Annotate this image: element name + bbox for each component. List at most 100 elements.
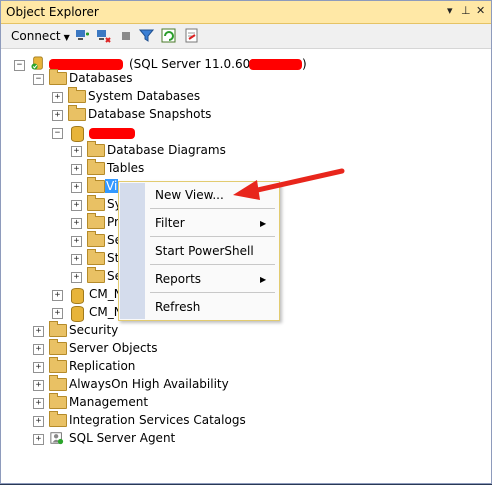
menu-separator xyxy=(150,236,275,237)
menu-separator xyxy=(150,264,275,265)
tree-node-cm-database-1[interactable]: + CM_N xyxy=(1,286,123,304)
database-icon xyxy=(71,288,84,304)
menu-item-refresh[interactable]: Refresh xyxy=(155,300,200,314)
expand-icon[interactable]: + xyxy=(71,272,82,283)
folder-icon xyxy=(49,321,67,337)
object-explorer-window: Object Explorer ▾ ⊥ ✕ Connect ▼ − (SQL Se… xyxy=(0,0,492,484)
expand-icon[interactable]: + xyxy=(52,308,63,319)
submenu-arrow-icon: ▶ xyxy=(260,219,267,228)
tree-node-tables[interactable]: + Tables xyxy=(1,159,301,178)
menu-item-start-powershell[interactable]: Start PowerShell xyxy=(155,244,254,258)
redacted-server-name xyxy=(49,59,123,70)
tree-node-user-database[interactable]: − xyxy=(1,124,301,142)
toolbar: Connect ▼ xyxy=(1,24,491,49)
agent-icon xyxy=(50,432,64,445)
tree-node-replication[interactable]: + Replication xyxy=(1,357,301,376)
folder-icon xyxy=(87,141,105,157)
tree-label: SQL Server Agent xyxy=(69,431,176,445)
tree-node-programmability[interactable]: + Pr xyxy=(1,213,121,232)
menu-item-reports[interactable]: Reports xyxy=(155,272,201,286)
expand-icon[interactable]: + xyxy=(71,146,82,157)
tree-node-system-databases[interactable]: + System Databases xyxy=(1,87,301,106)
folder-icon xyxy=(49,69,67,85)
redacted-database-name xyxy=(89,128,135,139)
database-icon xyxy=(71,306,84,322)
tree-node-cm-database-2[interactable]: + CM_N xyxy=(1,304,123,322)
collapse-icon[interactable]: − xyxy=(52,128,63,139)
activity-monitor-icon[interactable] xyxy=(184,28,199,43)
tree-label-selected: Vi xyxy=(105,179,119,193)
expand-icon[interactable]: + xyxy=(71,164,82,175)
expand-icon[interactable]: + xyxy=(52,92,63,103)
expand-icon[interactable]: + xyxy=(52,110,63,121)
context-menu-gutter xyxy=(120,183,145,319)
expand-icon[interactable]: + xyxy=(33,416,44,427)
tree-label: AlwaysOn High Availability xyxy=(69,377,229,391)
tree-node-synonyms[interactable]: + Sy xyxy=(1,195,122,214)
expand-icon[interactable]: + xyxy=(71,236,82,247)
tree-label: Databases xyxy=(69,71,133,85)
filter-icon[interactable] xyxy=(139,28,154,43)
folder-icon xyxy=(49,411,67,427)
tree-node-integration-services[interactable]: + Integration Services Catalogs xyxy=(1,411,301,430)
menu-separator xyxy=(150,292,275,293)
tree-label: Replication xyxy=(69,359,136,373)
context-menu: New View... Filter ▶ Start PowerShell Re… xyxy=(118,181,280,321)
disconnect-icon[interactable] xyxy=(96,28,111,43)
tree-node-databases[interactable]: − Databases xyxy=(1,69,301,88)
folder-icon xyxy=(87,249,105,265)
menu-item-new-view[interactable]: New View... xyxy=(155,188,224,202)
tree-label: Server Objects xyxy=(69,341,158,355)
tree-node-server-objects[interactable]: + Server Objects xyxy=(1,339,301,358)
tree-label: Management xyxy=(69,395,149,409)
folder-icon xyxy=(87,267,105,283)
tree-node-security[interactable]: + Security xyxy=(1,321,301,340)
tree-node-management[interactable]: + Management xyxy=(1,393,301,412)
folder-icon xyxy=(87,213,105,229)
tree-node-storage[interactable]: + St xyxy=(1,249,121,268)
tree-node-database-diagrams[interactable]: + Database Diagrams xyxy=(1,141,301,160)
expand-icon[interactable]: + xyxy=(33,326,44,337)
expand-icon[interactable]: + xyxy=(71,200,82,211)
expand-icon[interactable]: + xyxy=(71,182,82,193)
stop-icon[interactable] xyxy=(119,28,134,43)
server-icon xyxy=(31,56,43,70)
submenu-arrow-icon: ▶ xyxy=(260,275,267,284)
connect-icon[interactable] xyxy=(75,28,90,43)
expand-icon[interactable]: + xyxy=(33,380,44,391)
window-title: Object Explorer xyxy=(6,5,99,19)
pin-icon[interactable]: ⊥ xyxy=(461,4,471,17)
connect-label: Connect xyxy=(11,29,61,43)
close-icon[interactable]: ✕ xyxy=(476,4,485,17)
expand-icon[interactable]: + xyxy=(52,290,63,301)
database-icon xyxy=(71,126,84,142)
connect-button[interactable]: Connect ▼ xyxy=(11,29,70,43)
folder-icon xyxy=(49,393,67,409)
tree-label: Security xyxy=(69,323,119,337)
expand-icon[interactable]: + xyxy=(71,218,82,229)
expand-icon[interactable]: + xyxy=(33,344,44,355)
collapse-icon[interactable]: − xyxy=(33,74,44,85)
menu-item-filter[interactable]: Filter xyxy=(155,216,185,230)
folder-icon xyxy=(87,231,105,247)
menu-separator xyxy=(150,208,275,209)
folder-icon xyxy=(87,195,105,211)
folder-icon xyxy=(87,159,105,175)
expand-icon[interactable]: + xyxy=(33,434,44,445)
folder-icon xyxy=(87,177,105,193)
tree-node-views[interactable]: + Vi xyxy=(1,177,121,196)
expand-icon[interactable]: + xyxy=(71,254,82,265)
dropdown-icon[interactable]: ▾ xyxy=(447,4,453,17)
folder-icon xyxy=(68,105,86,121)
refresh-icon[interactable] xyxy=(161,28,176,43)
tree-label: System Databases xyxy=(88,89,201,103)
tree-node-database-snapshots[interactable]: + Database Snapshots xyxy=(1,105,301,124)
expand-icon[interactable]: + xyxy=(33,398,44,409)
tree-node-service-broker[interactable]: + Se xyxy=(1,231,122,250)
expand-icon[interactable]: + xyxy=(33,362,44,373)
tree-node-db-security[interactable]: + Se xyxy=(1,267,122,286)
tree-node-alwayson[interactable]: + AlwaysOn High Availability xyxy=(1,375,301,394)
chevron-down-icon: ▼ xyxy=(63,33,70,42)
tree-label: Database Snapshots xyxy=(88,107,212,121)
tree-node-sql-server-agent[interactable]: + SQL Server Agent xyxy=(1,430,301,448)
